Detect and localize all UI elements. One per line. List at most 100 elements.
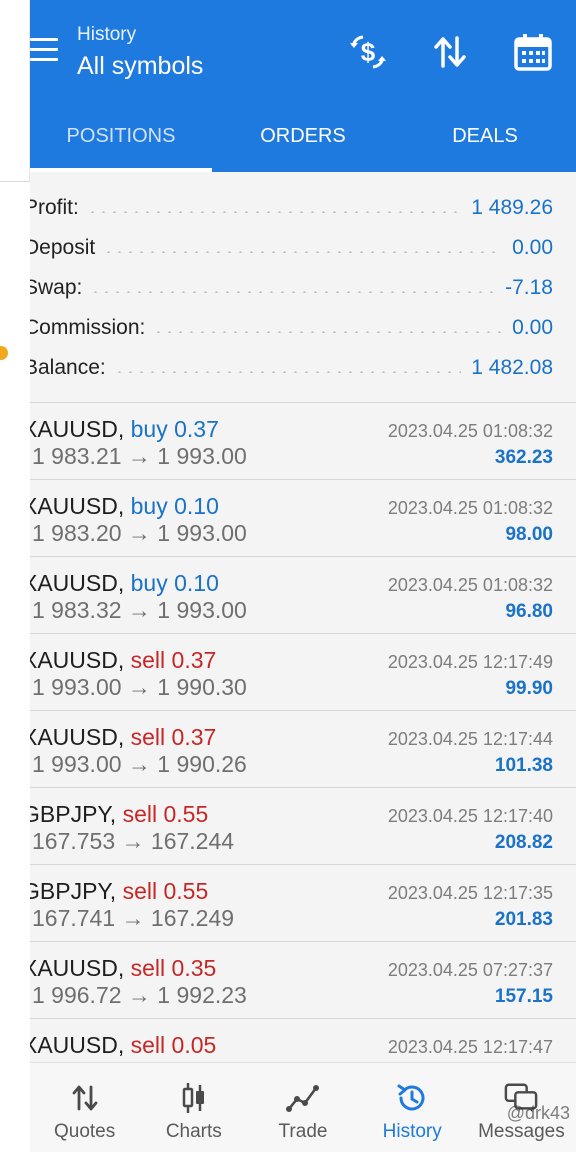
deal-symbol: XAUUSD, bbox=[30, 416, 125, 442]
deal-time: 2023.04.25 07:27:37 bbox=[387, 960, 553, 980]
hamburger-menu-icon[interactable] bbox=[30, 38, 58, 62]
deal-symbol: GBPJPY, bbox=[30, 801, 117, 827]
summary-value: 0.00 bbox=[512, 316, 553, 339]
summary-label: Profit: bbox=[30, 196, 79, 219]
deal-side: sell 0.55 bbox=[122, 801, 209, 827]
candlestick-icon bbox=[177, 1081, 211, 1115]
app-header: History All symbols $ bbox=[30, 0, 576, 100]
list-item[interactable]: XAUUSD, sell 0.37 1 993.00 → 1 990.26 20… bbox=[30, 710, 576, 787]
deal-profit: 157.15 bbox=[494, 986, 553, 1007]
nav-charts[interactable]: Charts bbox=[139, 1063, 248, 1152]
deal-time: 2023.04.25 12:17:35 bbox=[387, 883, 553, 903]
deal-side: sell 0.37 bbox=[130, 724, 217, 750]
deal-symbol: GBPJPY, bbox=[30, 878, 117, 904]
sort-arrows-icon bbox=[68, 1081, 102, 1115]
nav-label: Quotes bbox=[53, 1121, 116, 1142]
deal-side: sell 0.05 bbox=[130, 1032, 217, 1058]
list-item[interactable]: XAUUSD, buy 0.10 1 983.32 → 1 993.00 202… bbox=[30, 556, 576, 633]
trend-line-icon bbox=[286, 1081, 320, 1115]
history-screen: History All symbols $ POSITIONS ORDERS D… bbox=[30, 0, 576, 1152]
list-item[interactable]: GBPJPY, sell 0.55 167.753 → 167.244 2023… bbox=[30, 787, 576, 864]
deal-symbol: XAUUSD, bbox=[30, 647, 125, 673]
summary-label: Commission: bbox=[30, 316, 146, 339]
drawer-edge bbox=[0, 0, 30, 1152]
deal-symbol: XAUUSD, bbox=[30, 493, 125, 519]
deal-time: 2023.04.25 01:08:32 bbox=[387, 575, 553, 595]
drawer-panel bbox=[0, 0, 30, 182]
deal-prices: 1 993.00 → 1 990.26 bbox=[32, 751, 247, 777]
deal-prices: 1 983.20 → 1 993.00 bbox=[32, 520, 247, 546]
nav-label: Charts bbox=[165, 1121, 222, 1142]
deal-prices: 1 983.32 → 1 993.00 bbox=[32, 597, 247, 623]
summary-label: Balance: bbox=[30, 356, 106, 379]
nav-quotes[interactable]: Quotes bbox=[30, 1063, 139, 1152]
dot-leader bbox=[90, 291, 496, 293]
summary-value: -7.18 bbox=[505, 276, 553, 299]
deal-symbol: XAUUSD, bbox=[30, 1032, 125, 1058]
svg-text:$: $ bbox=[361, 37, 376, 67]
nav-label: Messages bbox=[478, 1121, 565, 1142]
history-tabs: POSITIONS ORDERS DEALS bbox=[30, 100, 576, 172]
summary-label: Deposit bbox=[30, 236, 96, 259]
deal-time: 2023.04.25 12:17:44 bbox=[387, 729, 553, 749]
list-item[interactable]: XAUUSD, buy 0.10 1 983.20 → 1 993.00 202… bbox=[30, 479, 576, 556]
currency-exchange-icon[interactable]: $ bbox=[346, 30, 390, 74]
summary-label: Swap: bbox=[30, 276, 83, 299]
deal-side: buy 0.10 bbox=[130, 570, 219, 596]
dot-leader bbox=[153, 331, 503, 333]
list-item[interactable]: XAUUSD, sell 0.35 1 996.72 → 1 992.23 20… bbox=[30, 941, 576, 1018]
deal-profit: 201.83 bbox=[494, 909, 553, 930]
deal-prices: 167.741 → 167.249 bbox=[32, 905, 235, 931]
deal-time: 2023.04.25 12:17:49 bbox=[387, 652, 553, 672]
bottom-navigation: Quotes Charts Trade History Messages bbox=[30, 1062, 576, 1152]
tab-deals[interactable]: DEALS bbox=[394, 100, 576, 172]
deal-prices: 167.753 → 167.244 bbox=[32, 828, 235, 854]
summary-value: 0.00 bbox=[512, 236, 553, 259]
deal-symbol: XAUUSD, bbox=[30, 570, 125, 596]
dot-leader bbox=[103, 251, 503, 253]
deal-time: 2023.04.25 12:17:40 bbox=[387, 806, 553, 826]
summary-value: 1 482.08 bbox=[471, 356, 553, 379]
list-item[interactable]: XAUUSD, sell 0.37 1 993.00 → 1 990.30 20… bbox=[30, 633, 576, 710]
deal-time: 2023.04.25 12:17:47 bbox=[387, 1037, 553, 1057]
dot-leader bbox=[86, 211, 462, 213]
dot-leader bbox=[113, 371, 462, 373]
deal-side: sell 0.35 bbox=[130, 955, 217, 981]
calendar-icon[interactable] bbox=[511, 30, 555, 74]
notification-dot bbox=[0, 346, 8, 360]
deal-side: buy 0.37 bbox=[130, 416, 219, 442]
deal-profit: 362.23 bbox=[494, 447, 553, 468]
summary-row-balance: Balance: 1 482.08 bbox=[30, 348, 576, 388]
summary-row-commission: Commission: 0.00 bbox=[30, 308, 576, 348]
summary-row-swap: Swap: -7.18 bbox=[30, 268, 576, 308]
deal-profit: 101.38 bbox=[494, 755, 553, 776]
deal-profit: 98.00 bbox=[505, 524, 553, 545]
deal-side: sell 0.55 bbox=[122, 878, 209, 904]
deal-symbol: XAUUSD, bbox=[30, 955, 125, 981]
sort-icon[interactable] bbox=[428, 30, 472, 74]
deal-side: buy 0.10 bbox=[130, 493, 219, 519]
header-title[interactable]: All symbols bbox=[77, 52, 203, 81]
nav-trade[interactable]: Trade bbox=[248, 1063, 357, 1152]
deal-profit: 208.82 bbox=[494, 832, 553, 853]
deal-prices: 1 983.21 → 1 993.00 bbox=[32, 443, 247, 469]
summary-value: 1 489.26 bbox=[471, 196, 553, 219]
summary-row-deposit: Deposit 0.00 bbox=[30, 228, 576, 268]
tab-positions[interactable]: POSITIONS bbox=[30, 100, 212, 172]
deal-side: sell 0.37 bbox=[130, 647, 217, 673]
header-subtitle: History bbox=[77, 24, 137, 45]
deal-profit: 99.90 bbox=[505, 678, 553, 699]
tab-orders[interactable]: ORDERS bbox=[212, 100, 394, 172]
deal-symbol: XAUUSD, bbox=[30, 724, 125, 750]
account-summary: Profit: 1 489.26 Deposit 0.00 Swap: -7.1… bbox=[30, 180, 576, 398]
history-clock-icon bbox=[395, 1081, 429, 1115]
summary-row-profit: Profit: 1 489.26 bbox=[30, 188, 576, 228]
list-item[interactable]: GBPJPY, sell 0.55 167.741 → 167.249 2023… bbox=[30, 864, 576, 941]
nav-history[interactable]: History bbox=[358, 1063, 467, 1152]
deal-prices: 1 996.72 → 1 992.23 bbox=[32, 982, 247, 1008]
nav-label: History bbox=[382, 1121, 442, 1142]
deal-profit: 96.80 bbox=[505, 601, 553, 622]
deal-time: 2023.04.25 01:08:32 bbox=[387, 498, 553, 518]
deal-prices: 1 993.00 → 1 990.30 bbox=[32, 674, 247, 700]
list-item[interactable]: XAUUSD, buy 0.37 1 983.21 → 1 993.00 202… bbox=[30, 402, 576, 479]
